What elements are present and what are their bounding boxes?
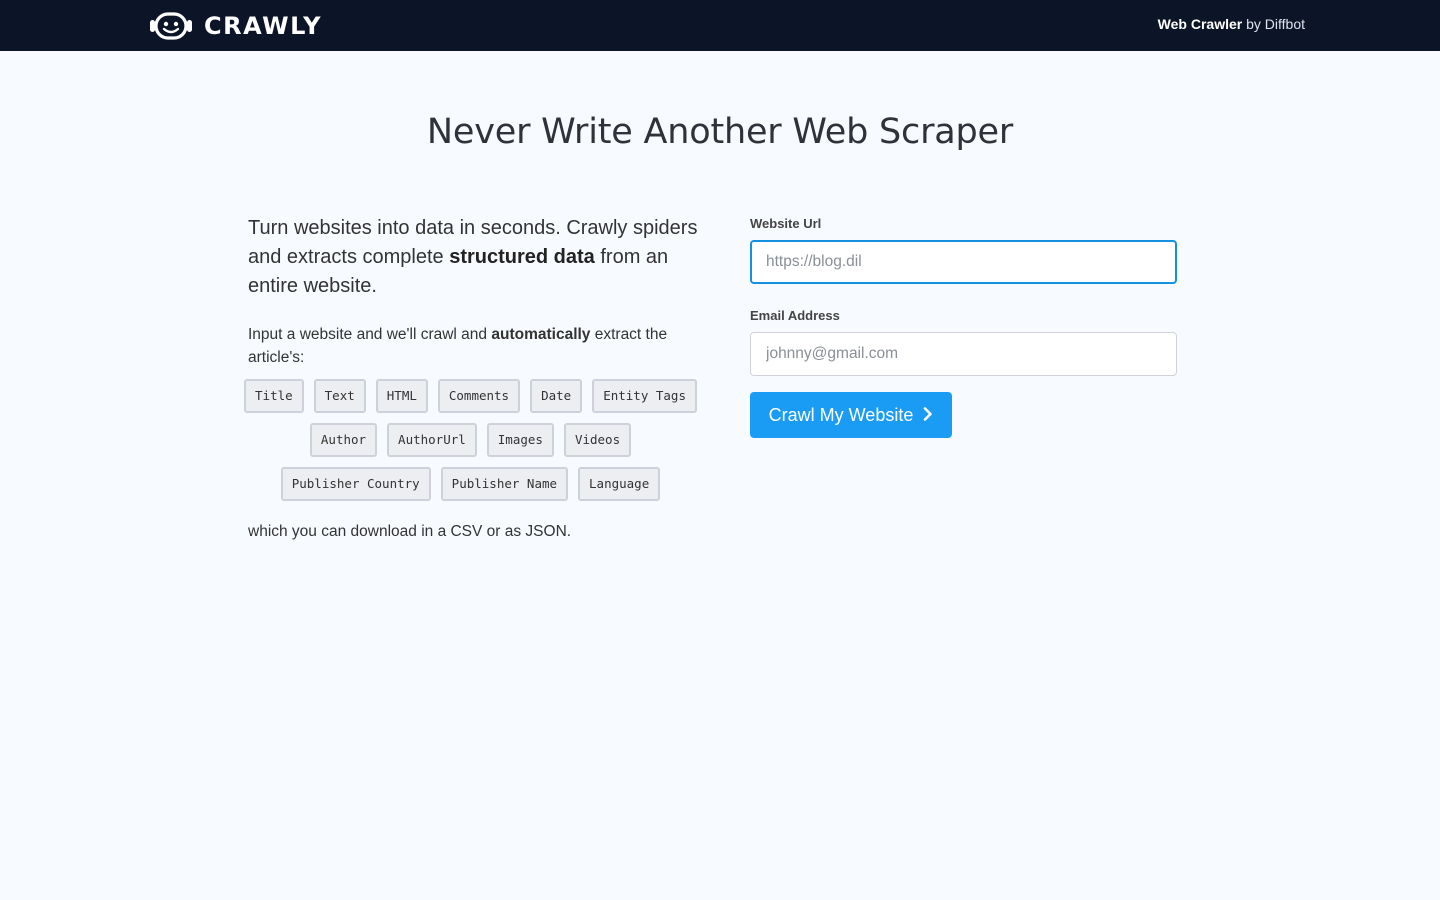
tag-publisher-name: Publisher Name (440, 467, 569, 501)
robot-face-icon (149, 12, 193, 40)
website-url-label: Website Url (750, 216, 822, 231)
intro-section: Turn websites into data in seconds. Craw… (244, 214, 698, 541)
page-title: Never Write Another Web Scraper (426, 112, 1014, 152)
email-address-label: Email Address (750, 308, 840, 323)
tag-language: Language (578, 467, 661, 501)
brand-name: CRAWLY (204, 12, 322, 40)
sub-text-1: Input a website and we'll crawl and (248, 326, 492, 343)
tag-title: Title (244, 379, 304, 413)
tag-html: HTML (375, 379, 428, 413)
tag-author: Author (309, 423, 378, 457)
top-navbar: CRAWLY Web Crawler by Diffbot (0, 0, 1440, 51)
tag-videos: Videos (563, 423, 632, 457)
email-input[interactable] (750, 332, 1177, 376)
crawl-button-label: Crawl My Website (768, 404, 914, 425)
brand-logo[interactable]: CRAWLY (149, 11, 322, 41)
crawl-my-website-button[interactable]: Crawl My Website (750, 392, 952, 438)
tag-date: Date (530, 379, 583, 413)
crawl-form: Website Url Email Address Crawl My Websi… (750, 216, 1177, 438)
nav-by-diffbot: by Diffbot (1242, 16, 1305, 32)
tag-images: Images (486, 423, 554, 457)
chevron-right-icon (923, 405, 933, 426)
lead-bold: structured data (449, 246, 595, 268)
tag-entity-tags: Entity Tags (592, 379, 697, 413)
tag-publisher-country: Publisher Country (280, 467, 431, 501)
website-url-input[interactable] (750, 240, 1177, 284)
tag-author-url: AuthorUrl (387, 423, 477, 457)
sub-paragraph: Input a website and we'll crawl and auto… (248, 323, 698, 369)
tags-row-1: Title Text HTML Comments Date Entity Tag… (244, 379, 697, 413)
web-crawler-by-diffbot-link[interactable]: Web Crawler by Diffbot (1158, 16, 1305, 32)
lead-paragraph: Turn websites into data in seconds. Craw… (248, 214, 698, 301)
tags-row-2: Author AuthorUrl Images Videos (248, 423, 693, 457)
tags-row-3: Publisher Country Publisher Name Languag… (248, 467, 693, 501)
download-note: which you can download in a CSV or as JS… (248, 523, 572, 540)
tag-text: Text (313, 379, 366, 413)
sub-bold: automatically (491, 326, 591, 343)
nav-product-name: Web Crawler (1157, 16, 1243, 32)
extracted-fields-tags: Title Text HTML Comments Date Entity Tag… (244, 379, 697, 501)
tag-comments: Comments (437, 379, 521, 413)
